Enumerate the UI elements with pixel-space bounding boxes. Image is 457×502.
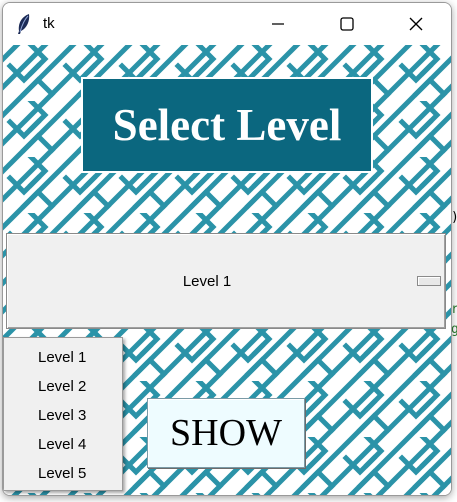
level-option-menu[interactable]: Level 1 (6, 233, 446, 329)
menu-item-level-2[interactable]: Level 2 (4, 372, 122, 401)
select-level-banner: Select Level (83, 79, 371, 171)
banner-title: Select Level (112, 100, 342, 150)
selected-level: Level 1 (182, 272, 232, 290)
option-menu-indicator-icon (417, 276, 441, 286)
menu-item-level-3[interactable]: Level 3 (4, 401, 122, 430)
menu-item-level-5[interactable]: Level 5 (4, 459, 122, 488)
tk-window: tk Select Level Level 1 Level 1 Level 2 … (2, 2, 452, 496)
minimize-button[interactable] (255, 3, 301, 45)
maximize-icon (340, 17, 354, 31)
feather-icon (18, 14, 30, 34)
minimize-icon (272, 23, 284, 25)
title-bar[interactable]: tk (3, 3, 451, 45)
close-icon (409, 17, 423, 31)
maximize-button[interactable] (324, 3, 370, 45)
menu-item-level-1[interactable]: Level 1 (4, 343, 122, 372)
show-button[interactable]: SHOW (147, 398, 305, 468)
close-button[interactable] (393, 3, 439, 45)
canvas-area: Select Level Level 1 Level 1 Level 2 Lev… (3, 45, 451, 495)
window-title: tk (43, 15, 55, 32)
level-dropdown-menu: Level 1 Level 2 Level 3 Level 4 Level 5 (3, 337, 123, 491)
menu-item-level-4[interactable]: Level 4 (4, 430, 122, 459)
